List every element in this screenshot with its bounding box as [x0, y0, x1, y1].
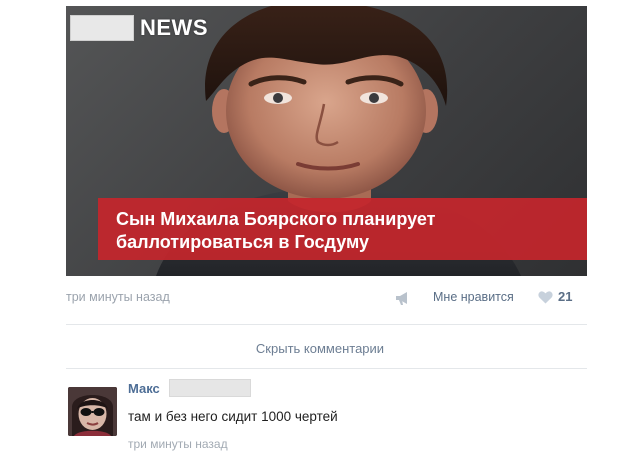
comment-text: там и без него сидит 1000 чертей [128, 409, 338, 424]
like-button[interactable]: Мне нравится [433, 290, 514, 304]
divider [66, 324, 587, 325]
megaphone-icon[interactable] [394, 290, 412, 306]
news-logo-text: NEWS [140, 15, 208, 40]
redacted-surname [169, 379, 251, 397]
comment-author[interactable]: Макс [128, 381, 160, 396]
headline-band: Сын Михаила Боярского планирует баллотир… [98, 198, 587, 260]
wall-post: NEWS Сын Михаила Боярского планирует бал… [0, 0, 640, 461]
news-logo: NEWS [70, 15, 208, 41]
hide-comments-link[interactable]: Скрыть комментарии [0, 341, 640, 356]
news-image[interactable]: NEWS Сын Михаила Боярского планирует бал… [66, 6, 587, 276]
news-headline: Сын Михаила Боярского планирует баллотир… [116, 209, 436, 252]
post-timestamp[interactable]: три минуты назад [66, 290, 170, 304]
comment-timestamp[interactable]: три минуты назад [128, 437, 228, 451]
avatar[interactable] [68, 387, 117, 436]
heart-icon[interactable] [538, 291, 553, 304]
like-count: 21 [558, 289, 573, 304]
redacted-logo-block [70, 15, 134, 41]
divider [66, 368, 587, 369]
avatar-image [68, 387, 117, 436]
